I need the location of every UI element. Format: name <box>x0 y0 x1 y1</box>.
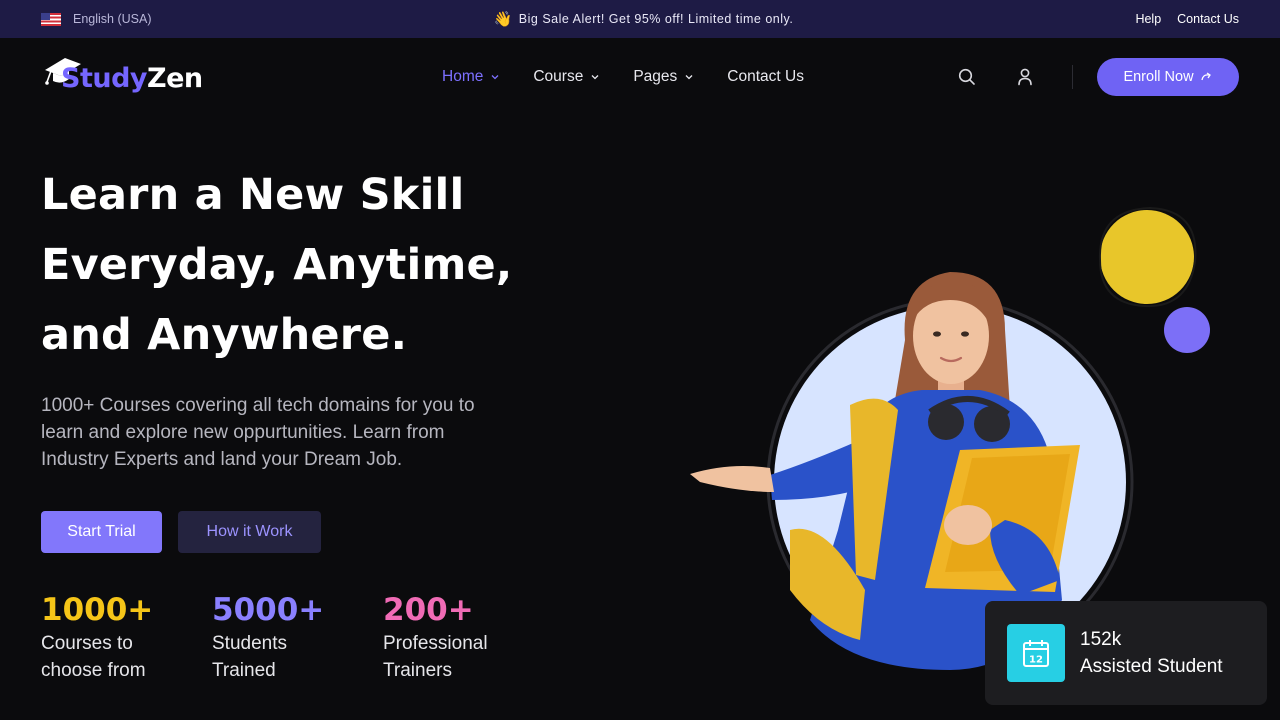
calendar-icon: 12 <box>1007 624 1065 682</box>
assisted-label: Assisted Student <box>1080 656 1223 677</box>
promo-text: Big Sale Alert! Get 95% off! Limited tim… <box>518 12 794 26</box>
hero-description: 1000+ Courses covering all tech domains … <box>41 395 475 470</box>
nav-item-contact-us[interactable]: Contact Us <box>727 68 804 86</box>
chevron-down-icon <box>591 75 599 80</box>
waving-hand-icon: 👋 <box>493 11 513 28</box>
calendar-day: 12 <box>1029 655 1043 666</box>
stat-value: 1000+ <box>41 592 154 628</box>
stat-label: Courses to choose from <box>41 633 146 681</box>
hero-cta-group: Start Trial How it Work <box>41 511 321 553</box>
student-hand-folder <box>944 505 992 545</box>
brand-name: StudyZen <box>61 63 203 94</box>
start-trial-button[interactable]: Start Trial <box>41 511 162 553</box>
stats-row: 1000+ Courses to choose from 5000+ Stude… <box>41 590 554 684</box>
studyzen-logo[interactable]: StudyZen <box>41 52 221 102</box>
stat-value: 5000+ <box>212 592 325 628</box>
stat-value: 200+ <box>383 592 474 628</box>
header-divider <box>1072 65 1073 89</box>
assisted-student-card: 12 152k Assisted Student <box>985 601 1267 705</box>
stat-label: Students Trained <box>212 633 287 681</box>
nav-item-home[interactable]: Home <box>442 68 499 86</box>
help-link[interactable]: Help <box>1135 12 1161 26</box>
hero-title: Learn a New Skill Everyday, Anytime, and… <box>41 160 661 370</box>
yellow-blob <box>1100 210 1194 304</box>
chevron-down-icon <box>491 75 499 80</box>
us-flag-icon <box>41 12 61 26</box>
language-label: English (USA) <box>73 12 152 26</box>
stat-label: Professional Trainers <box>383 633 488 681</box>
contact-link[interactable]: Contact Us <box>1177 12 1239 26</box>
assisted-info: 152k Assisted Student <box>1080 626 1223 680</box>
stat-courses: 1000+ Courses to choose from <box>41 590 212 684</box>
main-header: StudyZen Home Course Pages Contact Us En… <box>0 38 1280 116</box>
stat-trainers: 200+ Professional Trainers <box>383 590 554 684</box>
stat-students: 5000+ Students Trained <box>212 590 383 684</box>
promo-banner: 👋 Big Sale Alert! Get 95% off! Limited t… <box>494 10 794 28</box>
nav-item-course[interactable]: Course <box>533 68 599 86</box>
header-tools: Enroll Now <box>956 38 1239 116</box>
language-selector[interactable]: English (USA) <box>41 12 152 26</box>
nav-item-pages[interactable]: Pages <box>633 68 693 86</box>
hero-title-line: Everyday, Anytime, <box>41 240 513 290</box>
arrow-icon <box>1200 72 1211 81</box>
enroll-now-button[interactable]: Enroll Now <box>1097 58 1239 96</box>
user-icon[interactable] <box>1014 66 1036 88</box>
primary-nav: Home Course Pages Contact Us <box>442 38 804 116</box>
search-icon[interactable] <box>956 66 978 88</box>
how-it-work-button[interactable]: How it Work <box>178 511 321 553</box>
top-links: Help Contact Us <box>1135 12 1239 26</box>
assisted-count: 152k <box>1080 629 1122 650</box>
purple-blob <box>1164 307 1210 353</box>
chevron-down-icon <box>685 75 693 80</box>
top-announcement-bar: English (USA) 👋 Big Sale Alert! Get 95% … <box>0 0 1280 38</box>
hero-title-line: and Anywhere. <box>41 310 408 360</box>
student-hand <box>690 466 774 492</box>
hero-title-line: Learn a New Skill <box>41 170 465 220</box>
